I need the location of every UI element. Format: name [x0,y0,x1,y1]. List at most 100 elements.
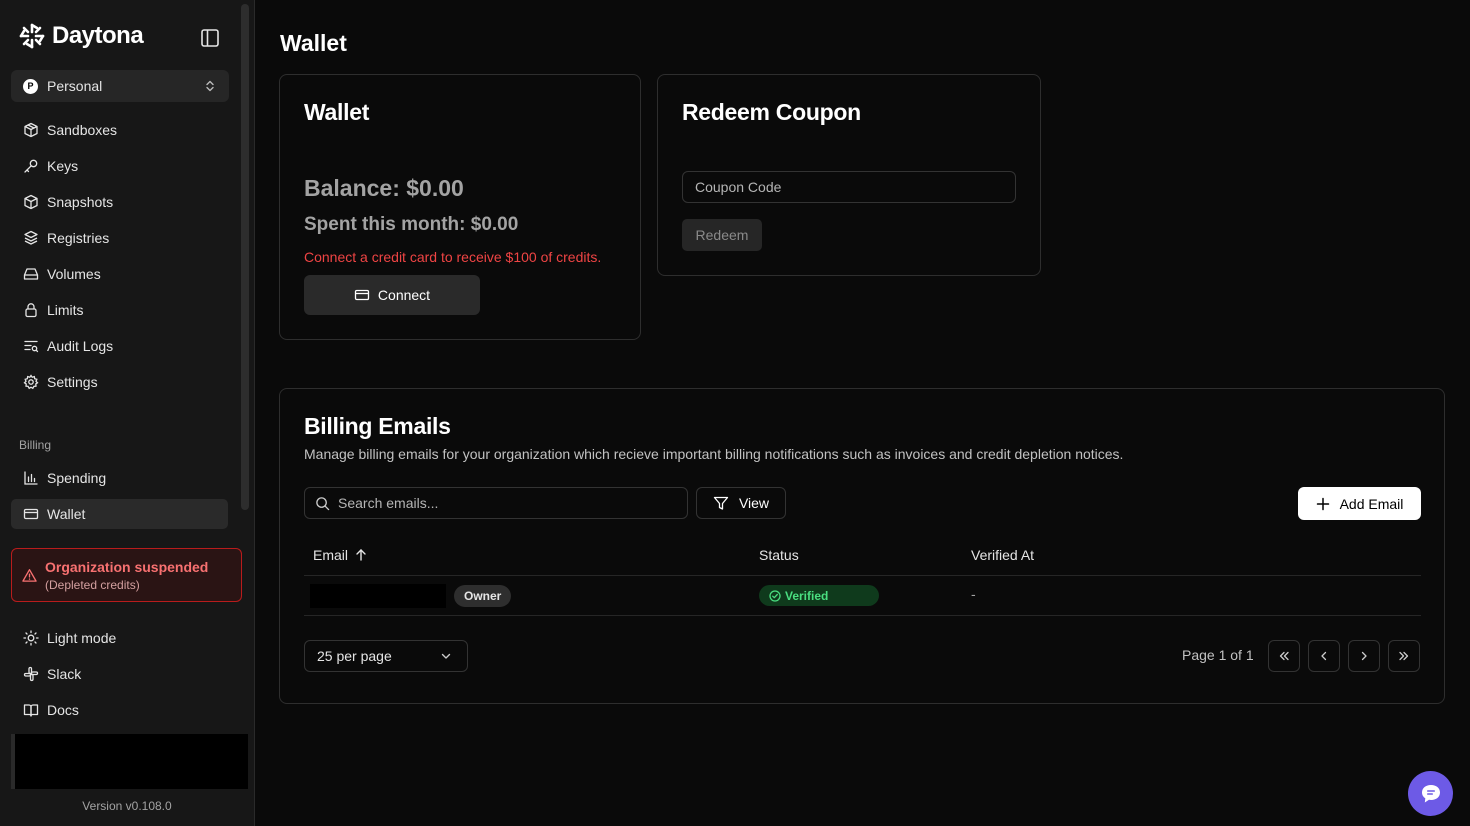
status-badge: Verified [759,585,879,606]
first-page-button[interactable] [1268,640,1300,672]
page-title: Wallet [280,30,347,56]
sidebar-item-docs[interactable]: Docs [11,695,228,725]
app-root: Daytona P Personal Sandboxes Keys Snapsh… [0,0,1470,826]
view-options-button[interactable]: View [696,487,786,519]
column-header-status: Status [759,547,799,563]
book-open-icon [23,704,39,717]
app-version: Version v0.108.0 [82,799,172,813]
page-indicator: Page 1 of 1 [1182,647,1254,663]
check-circle-icon [769,589,781,602]
chevron-right-icon [1361,651,1367,661]
arrow-up-icon [356,549,366,561]
wallet-spent-this-month: Spent this month: $0.00 [304,214,519,235]
verified-at-value: - [971,586,976,602]
sidebar-item-limits[interactable]: Limits [11,295,228,325]
sidebar-item-spending[interactable]: Spending [11,463,228,493]
chevron-left-icon [1321,651,1327,661]
view-button-label: View [738,495,770,511]
org-selector[interactable]: P Personal [11,70,229,102]
add-email-label: Add Email [1339,495,1404,512]
sidebar-item-label: Spending [47,470,107,486]
sidebar-item-light-mode[interactable]: Light mode [11,623,228,653]
redeem-coupon-card: Redeem Coupon Redeem [657,74,1041,276]
org-avatar: P [23,78,38,94]
email-redacted [310,584,446,608]
previous-page-button[interactable] [1308,640,1340,672]
key-icon [24,159,38,173]
bar-chart-icon [24,471,38,485]
coupon-card-title: Redeem Coupon [682,99,861,125]
sidebar-item-label: Sandboxes [47,122,118,138]
connect-button-label: Connect [377,287,431,303]
chevrons-up-down-icon [206,80,214,92]
table-divider [304,615,1421,616]
brand[interactable]: Daytona [18,22,144,50]
sun-icon [23,630,39,646]
sidebar-item-registries[interactable]: Registries [11,223,228,253]
hard-drive-icon [23,268,39,280]
sidebar-item-label: Settings [47,374,98,390]
sidebar-item-label: Slack [47,666,82,682]
sidebar-item-label: Light mode [47,630,117,646]
sidebar-item-volumes[interactable]: Volumes [11,259,228,289]
email-search-input[interactable] [338,495,668,511]
last-page-button[interactable] [1388,640,1420,672]
wallet-balance: Balance: $0.00 [304,175,464,201]
sidebar-item-slack[interactable]: Slack [11,659,228,689]
plus-icon [1316,497,1329,510]
sidebar-scrollbar[interactable] [241,4,249,510]
sidebar-item-snapshots[interactable]: Snapshots [11,187,228,217]
role-badge: Owner [454,585,512,607]
sidebar-item-keys[interactable]: Keys [11,151,228,181]
wallet-card: Wallet Balance: $0.00 Spent this month: … [279,74,641,340]
coupon-code-input[interactable] [682,171,1016,203]
table-divider [304,575,1421,576]
add-email-button[interactable]: Add Email [1298,487,1421,520]
warning-triangle-icon [22,569,37,582]
redeem-button[interactable]: Redeem [682,219,762,251]
org-name: Personal [47,78,103,94]
credit-card-icon [354,289,370,301]
sidebar-item-audit-logs[interactable]: Audit Logs [11,331,228,361]
support-chat-button[interactable] [1408,771,1453,816]
sidebar-item-label: Snapshots [47,194,114,210]
chevrons-right-icon [1399,651,1409,661]
connect-card-button[interactable]: Connect [304,275,480,315]
sidebar-item-label: Wallet [47,506,86,522]
sidebar: Daytona P Personal Sandboxes Keys Snapsh… [0,0,255,826]
user-account-redacted[interactable] [11,734,248,789]
sidebar-toggle-icon[interactable] [199,27,221,49]
billing-emails-title: Billing Emails [304,413,451,439]
billing-section-label: Billing [19,438,52,452]
text-search-icon [24,340,39,353]
sidebar-item-settings[interactable]: Settings [11,367,228,397]
rows-per-page-select[interactable]: 25 per page [304,640,468,672]
sidebar-item-label: Keys [47,158,79,174]
sidebar-item-label: Registries [47,230,110,246]
column-header-verified-at: Verified At [971,547,1034,563]
org-suspended-alert[interactable]: Organization suspended (Depleted credits… [11,548,242,602]
per-page-value: 25 per page [317,648,392,664]
chevron-down-icon [441,653,451,659]
sidebar-item-label: Audit Logs [47,338,114,354]
alert-subtitle: (Depleted credits) [45,578,140,592]
column-header-email[interactable]: Email [313,547,368,563]
email-search-box[interactable] [304,487,688,519]
chat-bubble-icon [1421,784,1440,802]
sidebar-item-wallet[interactable]: Wallet [11,499,228,529]
filter-icon [713,496,729,510]
slack-icon [23,666,39,682]
credit-promo-text: Connect a credit card to receive $100 of… [304,249,602,265]
wallet-card-title: Wallet [304,99,370,125]
next-page-button[interactable] [1348,640,1380,672]
column-header-label: Status [759,547,799,563]
brand-name: Daytona [52,22,144,49]
lock-icon [25,303,37,318]
sidebar-item-sandboxes[interactable]: Sandboxes [11,115,228,145]
box-icon [24,122,38,138]
daytona-logo-icon [19,23,45,49]
billing-emails-card: Billing Emails Manage billing emails for… [279,388,1445,704]
package-icon [24,194,38,210]
sidebar-item-label: Limits [47,302,84,318]
search-icon [316,496,330,510]
